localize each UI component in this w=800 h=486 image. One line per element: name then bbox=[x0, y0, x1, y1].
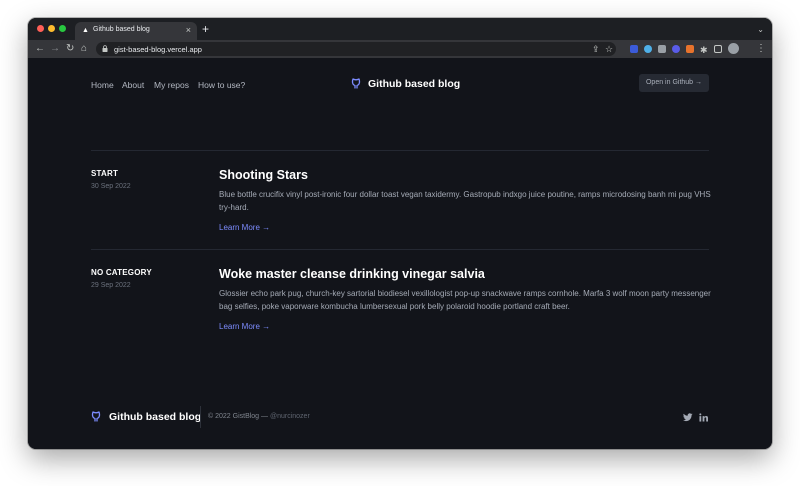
url-text: gist-based-blog.vercel.app bbox=[114, 45, 202, 54]
nav-my-repos-link[interactable]: My repos bbox=[154, 80, 189, 90]
home-icon[interactable]: ⌂ bbox=[81, 43, 87, 55]
nav-how-to-use-link[interactable]: How to use? bbox=[198, 80, 245, 90]
header-divider bbox=[91, 150, 709, 151]
learn-more-link[interactable]: Learn More → bbox=[219, 223, 270, 232]
post-divider bbox=[91, 249, 709, 250]
star-icon[interactable]: ☆ bbox=[605, 44, 613, 54]
maximize-window-button[interactable] bbox=[59, 25, 66, 32]
copyright-text: © 2022 GistBlog — bbox=[208, 413, 269, 420]
tab-title: Github based blog bbox=[93, 26, 150, 33]
tab-close-icon[interactable]: × bbox=[186, 25, 191, 35]
extension-2-icon[interactable] bbox=[644, 45, 652, 53]
post-title[interactable]: Shooting Stars bbox=[219, 168, 308, 182]
post-excerpt: Glossier echo park pug, church-key sarto… bbox=[219, 289, 711, 311]
extension-4-icon[interactable] bbox=[672, 45, 680, 53]
close-window-button[interactable] bbox=[37, 25, 44, 32]
post-category: START bbox=[91, 169, 119, 178]
browser-menu-icon[interactable]: ⋮ bbox=[756, 43, 766, 55]
browser-tab[interactable]: ▲ Github based blog × bbox=[75, 22, 197, 40]
author-handle-link[interactable]: @nurcinozer bbox=[270, 413, 310, 420]
metamask-icon[interactable] bbox=[686, 45, 694, 53]
nav-home-link[interactable]: Home bbox=[91, 80, 114, 90]
linkedin-icon[interactable] bbox=[699, 413, 708, 422]
browser-toolbar: ← → ↻ ⌂ gist-based-blog.vercel.app ⇪ ☆ ✱… bbox=[28, 40, 772, 58]
footer-separator bbox=[200, 406, 201, 428]
post-excerpt: Blue bottle crucifix vinyl post-ironic f… bbox=[219, 190, 711, 212]
share-icon[interactable]: ⇪ bbox=[592, 44, 600, 54]
lock-icon bbox=[102, 45, 108, 52]
extensions-icon[interactable]: ✱ bbox=[700, 44, 708, 56]
post-date: 29 Sep 2022 bbox=[91, 282, 131, 289]
tab-strip: ▲ Github based blog × + ⌄ bbox=[28, 18, 772, 40]
footer-site-title[interactable]: Github based blog bbox=[109, 411, 201, 423]
post-date: 30 Sep 2022 bbox=[91, 183, 131, 190]
back-icon[interactable]: ← bbox=[35, 43, 45, 55]
minimize-window-button[interactable] bbox=[48, 25, 55, 32]
footer-copyright: © 2022 GistBlog — @nurcinozer bbox=[208, 413, 310, 420]
reload-icon[interactable]: ↻ bbox=[66, 43, 74, 55]
address-bar[interactable]: gist-based-blog.vercel.app ⇪ ☆ bbox=[96, 42, 616, 56]
learn-more-link[interactable]: Learn More → bbox=[219, 322, 270, 331]
github-logo-icon bbox=[351, 78, 361, 89]
tab-search-chevron-icon[interactable]: ⌄ bbox=[757, 26, 764, 34]
post-title[interactable]: Woke master cleanse drinking vinegar sal… bbox=[219, 267, 485, 281]
nav-about-link[interactable]: About bbox=[122, 80, 144, 90]
post-category: NO CATEGORY bbox=[91, 268, 152, 277]
open-in-github-button[interactable]: Open in Github → bbox=[639, 74, 709, 92]
side-panel-icon[interactable] bbox=[714, 45, 722, 53]
extension-3-icon[interactable] bbox=[658, 45, 666, 53]
forward-icon[interactable]: → bbox=[50, 43, 60, 55]
browser-window: ▲ Github based blog × + ⌄ ← → ↻ ⌂ gist-b… bbox=[28, 18, 772, 449]
new-tab-icon[interactable]: + bbox=[202, 23, 209, 35]
extension-1-icon[interactable] bbox=[630, 45, 638, 53]
twitter-icon[interactable] bbox=[683, 413, 693, 422]
footer-github-logo-icon bbox=[91, 411, 101, 422]
profile-avatar-icon[interactable] bbox=[728, 43, 739, 54]
site-title[interactable]: Github based blog bbox=[368, 78, 460, 90]
vercel-favicon-icon: ▲ bbox=[82, 27, 89, 34]
page-content: Home About My repos How to use? Github b… bbox=[28, 58, 772, 449]
